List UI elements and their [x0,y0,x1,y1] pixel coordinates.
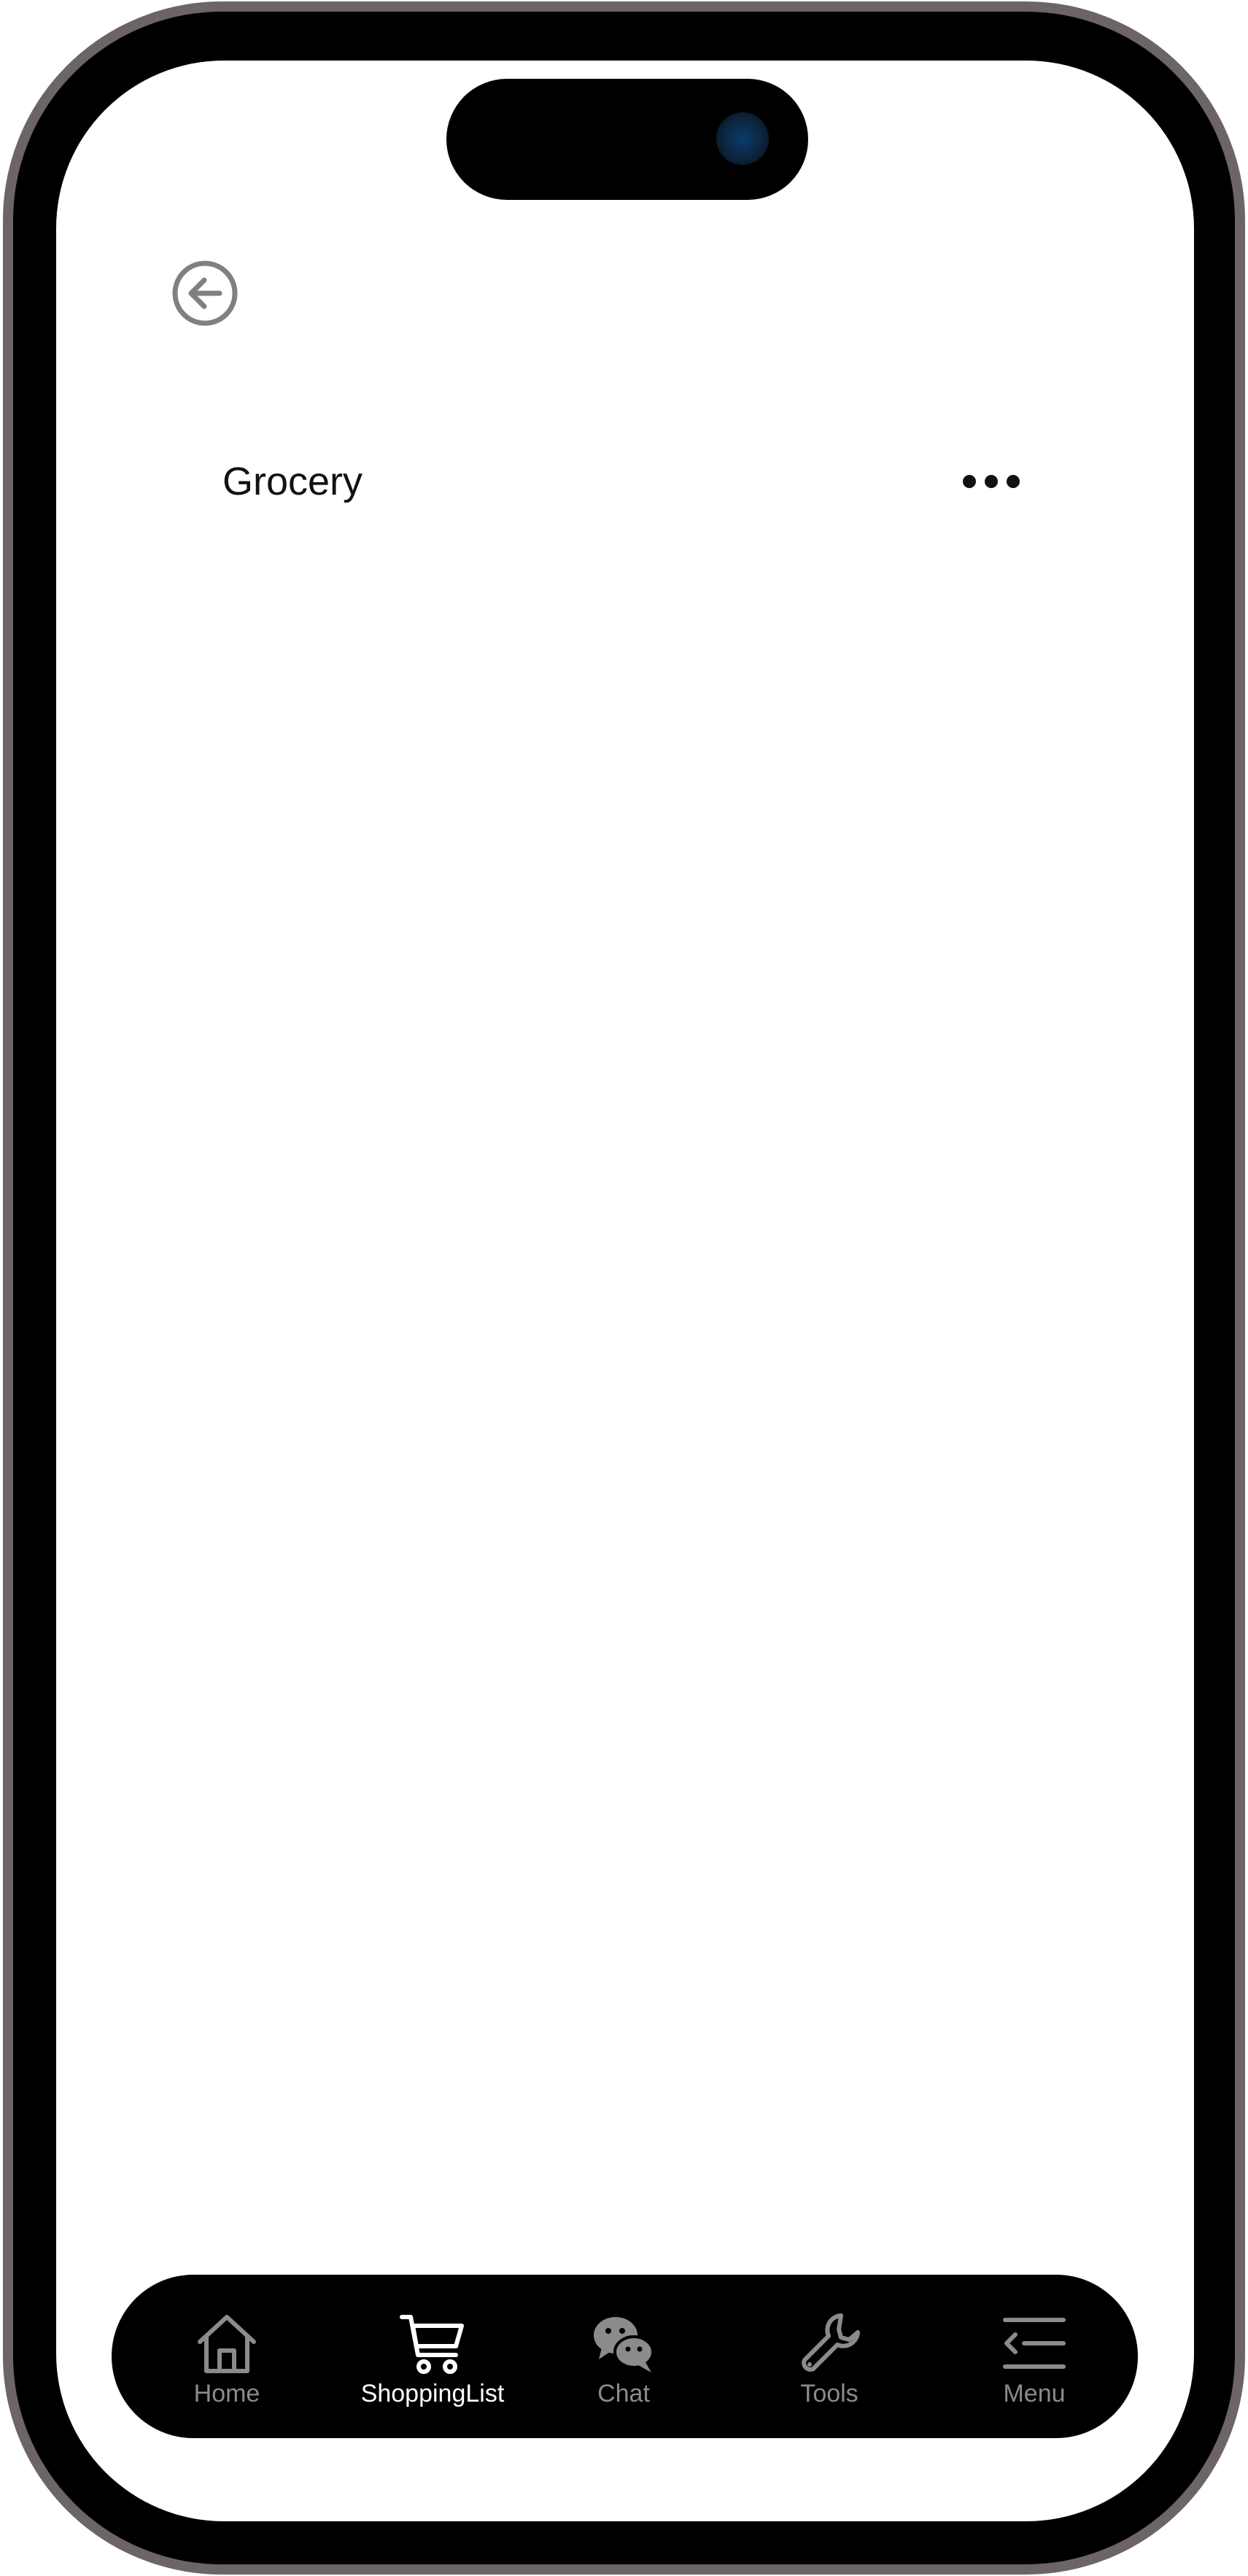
chat-bubbles-icon [594,2317,654,2372]
bottom-tab-bar: Home ShoppingList Chat Tools Menu [112,2275,1138,2438]
tab-tools[interactable]: Tools [742,2275,917,2438]
menu-icon [1003,2318,1066,2369]
tab-label: Home [193,2380,260,2407]
tab-chat[interactable]: Chat [536,2275,711,2438]
more-options-icon[interactable] [960,467,1023,496]
dynamic-island [446,79,808,200]
camera-icon [716,112,769,165]
app-screen [56,61,1194,2521]
shopping-cart-icon [400,2315,464,2374]
wrench-icon [802,2313,860,2372]
tab-label: Menu [1003,2380,1066,2407]
back-arrow-icon[interactable] [171,260,239,327]
tab-menu[interactable]: Menu [947,2275,1122,2438]
tab-label: ShoppingList [360,2380,505,2407]
home-icon [198,2315,256,2373]
page-title: Grocery [222,460,363,503]
tab-home[interactable]: Home [139,2275,314,2438]
tab-label: Tools [800,2380,859,2407]
tab-label: Chat [597,2380,650,2407]
tab-shoppinglist[interactable]: ShoppingList [345,2275,520,2438]
